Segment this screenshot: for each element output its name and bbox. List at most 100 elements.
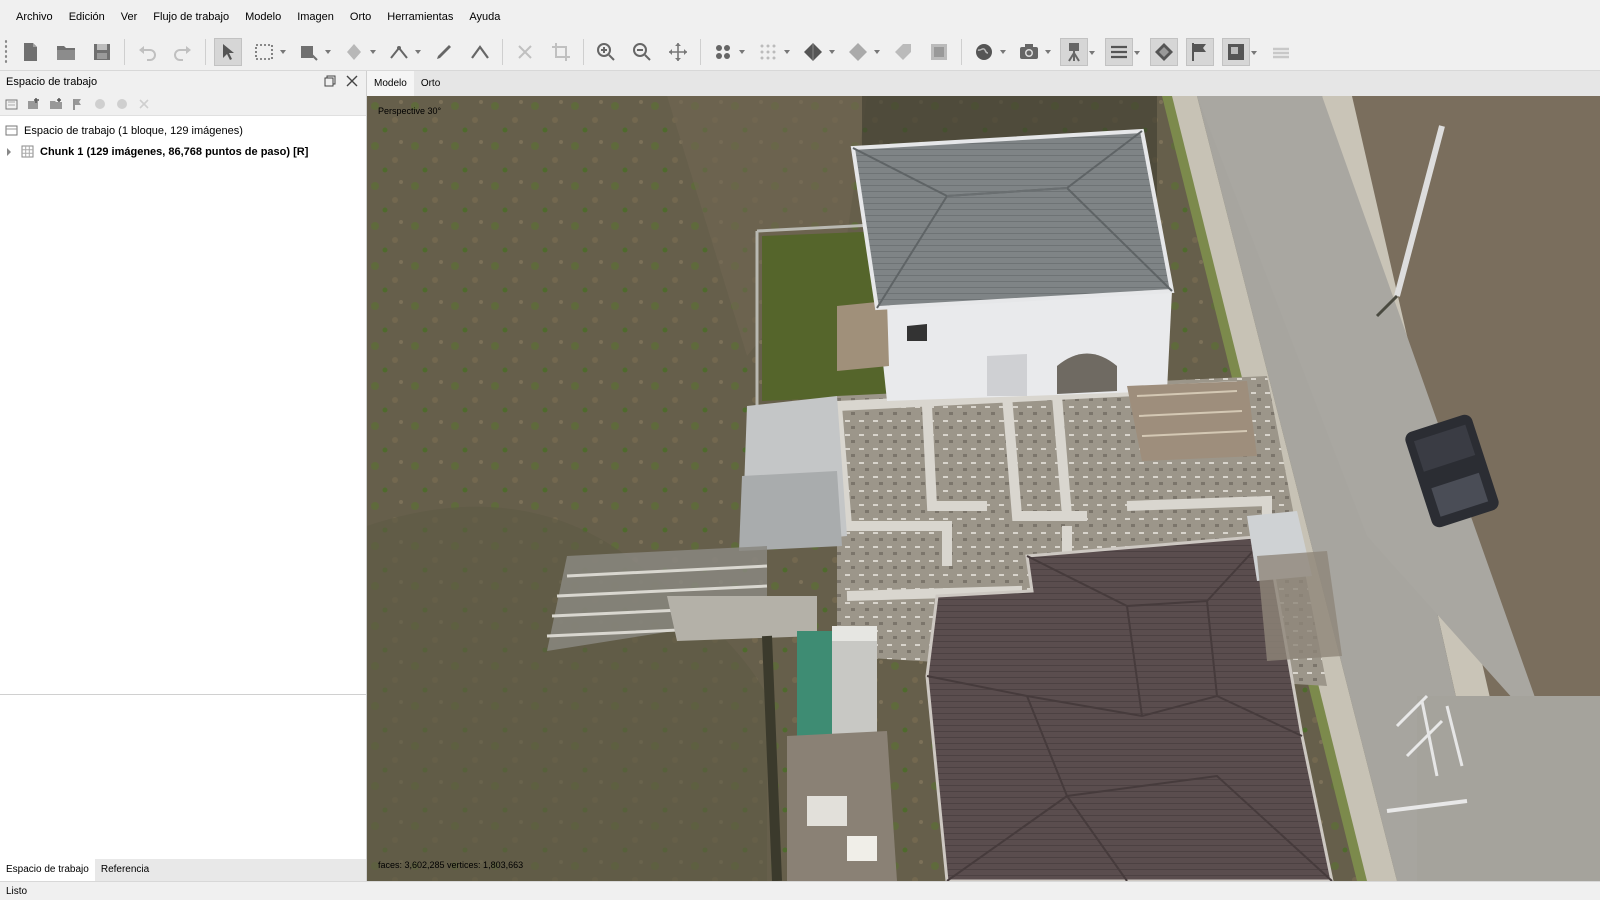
menu-ayuda[interactable]: Ayuda xyxy=(461,0,508,34)
chevron-down-icon[interactable] xyxy=(1045,50,1051,54)
toolbar-separator xyxy=(583,39,584,65)
workspace-icon xyxy=(4,124,18,138)
toolbar-separator xyxy=(124,39,125,65)
points-icon xyxy=(716,45,730,59)
toolbar-grip[interactable] xyxy=(4,39,8,65)
tab-modelo[interactable]: Modelo xyxy=(367,71,414,96)
tree-item-chunk[interactable]: Chunk 1 (129 imágenes, 86,768 puntos de … xyxy=(4,141,308,162)
chevron-down-icon[interactable] xyxy=(325,50,331,54)
zoom-out-button[interactable] xyxy=(628,38,656,66)
restore-window-icon xyxy=(324,75,336,87)
menu-modelo[interactable]: Modelo xyxy=(237,0,289,34)
tag-icon xyxy=(895,44,911,60)
expand-arrow-icon[interactable] xyxy=(4,145,14,159)
menu-orto[interactable]: Orto xyxy=(342,0,379,34)
tiled-model-button[interactable] xyxy=(844,38,880,66)
ruler-icon xyxy=(390,46,408,59)
image-icon xyxy=(931,44,947,60)
tab-referencia[interactable]: Referencia xyxy=(95,859,155,881)
menu-herramientas[interactable]: Herramientas xyxy=(379,0,461,34)
chevron-down-icon[interactable] xyxy=(1251,51,1257,55)
crop-selection-button[interactable] xyxy=(547,38,575,66)
rotate-object-button[interactable] xyxy=(340,38,376,66)
add-photos-icon xyxy=(28,98,39,109)
chevron-down-icon[interactable] xyxy=(1000,50,1006,54)
workspace-panel: Espacio de trabajo Espacio de trabajo (1… xyxy=(0,71,366,900)
layers-button[interactable] xyxy=(1267,38,1295,66)
menu-imagen[interactable]: Imagen xyxy=(289,0,342,34)
draw-line-button[interactable] xyxy=(466,38,494,66)
menu-archivo[interactable]: Archivo xyxy=(8,0,61,34)
model-shaded-button[interactable] xyxy=(799,38,835,66)
region-diamond-icon xyxy=(1155,43,1173,61)
add-chunk-button[interactable] xyxy=(4,96,20,112)
close-panel-button[interactable] xyxy=(344,73,360,89)
resize-region-button[interactable] xyxy=(295,38,331,66)
show-shapes-button[interactable] xyxy=(1105,38,1140,66)
menu-edicion[interactable]: Edición xyxy=(61,0,113,34)
new-project-button[interactable] xyxy=(16,38,44,66)
disable-button[interactable] xyxy=(114,96,130,112)
enable-button[interactable] xyxy=(92,96,108,112)
chevron-down-icon[interactable] xyxy=(1089,51,1095,55)
delete-selection-button[interactable] xyxy=(511,38,539,66)
toolbar-separator xyxy=(961,39,962,65)
model-viewport[interactable]: Perspective 30° faces: 3,602,285 vertice… xyxy=(367,96,1600,881)
close-icon xyxy=(346,75,358,87)
save-project-button[interactable] xyxy=(88,38,116,66)
remove-item-button[interactable] xyxy=(136,96,152,112)
redo-button[interactable] xyxy=(169,38,197,66)
chevron-down-icon[interactable] xyxy=(415,50,421,54)
list-lines-icon xyxy=(1111,45,1127,59)
status-bar: Listo xyxy=(0,881,1600,900)
tab-orto[interactable]: Orto xyxy=(414,71,447,96)
chevron-down-icon[interactable] xyxy=(370,50,376,54)
left-panel-tabs: Espacio de trabajo Referencia xyxy=(0,859,366,881)
tiled-model-icon xyxy=(849,43,867,61)
show-region-button[interactable] xyxy=(1150,38,1178,66)
tripod-marker-icon xyxy=(1068,43,1080,62)
navigation-button[interactable] xyxy=(214,38,242,66)
circle-icon xyxy=(117,99,127,109)
chevron-down-icon[interactable] xyxy=(874,50,880,54)
close-icon xyxy=(518,45,532,59)
undo-button[interactable] xyxy=(133,38,161,66)
menu-flujo-de-trabajo[interactable]: Flujo de trabajo xyxy=(145,0,237,34)
tree-item-workspace[interactable]: Espacio de trabajo (1 bloque, 129 imágen… xyxy=(4,120,243,141)
tab-espacio-de-trabajo[interactable]: Espacio de trabajo xyxy=(0,859,95,881)
zoom-in-button[interactable] xyxy=(592,38,620,66)
menu-ver[interactable]: Ver xyxy=(113,0,146,34)
add-folder-button[interactable] xyxy=(48,96,64,112)
angle-line-icon xyxy=(471,45,489,59)
add-photos-button[interactable] xyxy=(26,96,42,112)
point-cloud-button[interactable] xyxy=(709,38,745,66)
ruler-button[interactable] xyxy=(385,38,421,66)
circle-icon xyxy=(95,99,105,109)
dem-button[interactable] xyxy=(889,38,917,66)
save-icon xyxy=(94,44,110,60)
chevron-down-icon[interactable] xyxy=(739,50,745,54)
crop-icon xyxy=(552,43,570,61)
view-tabs: Modelo Orto xyxy=(367,71,1600,96)
orthomosaic-button[interactable] xyxy=(925,38,953,66)
view-mode-button[interactable] xyxy=(1222,38,1257,66)
show-flags-button[interactable] xyxy=(1186,38,1214,66)
add-marker-button[interactable] xyxy=(70,96,86,112)
marker-flag-icon xyxy=(73,99,81,110)
chevron-down-icon[interactable] xyxy=(784,50,790,54)
draw-polyline-button[interactable] xyxy=(430,38,458,66)
chevron-down-icon[interactable] xyxy=(829,50,835,54)
float-panel-button[interactable] xyxy=(322,73,338,89)
show-markers-button[interactable] xyxy=(1060,38,1095,66)
chevron-down-icon[interactable] xyxy=(280,50,286,54)
dense-cloud-button[interactable] xyxy=(754,38,790,66)
chevron-down-icon[interactable] xyxy=(1134,51,1140,55)
globe-button[interactable] xyxy=(970,38,1006,66)
model-shaded-icon xyxy=(804,43,822,61)
open-project-button[interactable] xyxy=(52,38,80,66)
rectangle-selection-button[interactable] xyxy=(250,38,286,66)
show-cameras-button[interactable] xyxy=(1015,38,1051,66)
reset-view-button[interactable] xyxy=(664,38,692,66)
main-toolbar xyxy=(0,34,1600,71)
layers-icon xyxy=(1273,47,1289,59)
